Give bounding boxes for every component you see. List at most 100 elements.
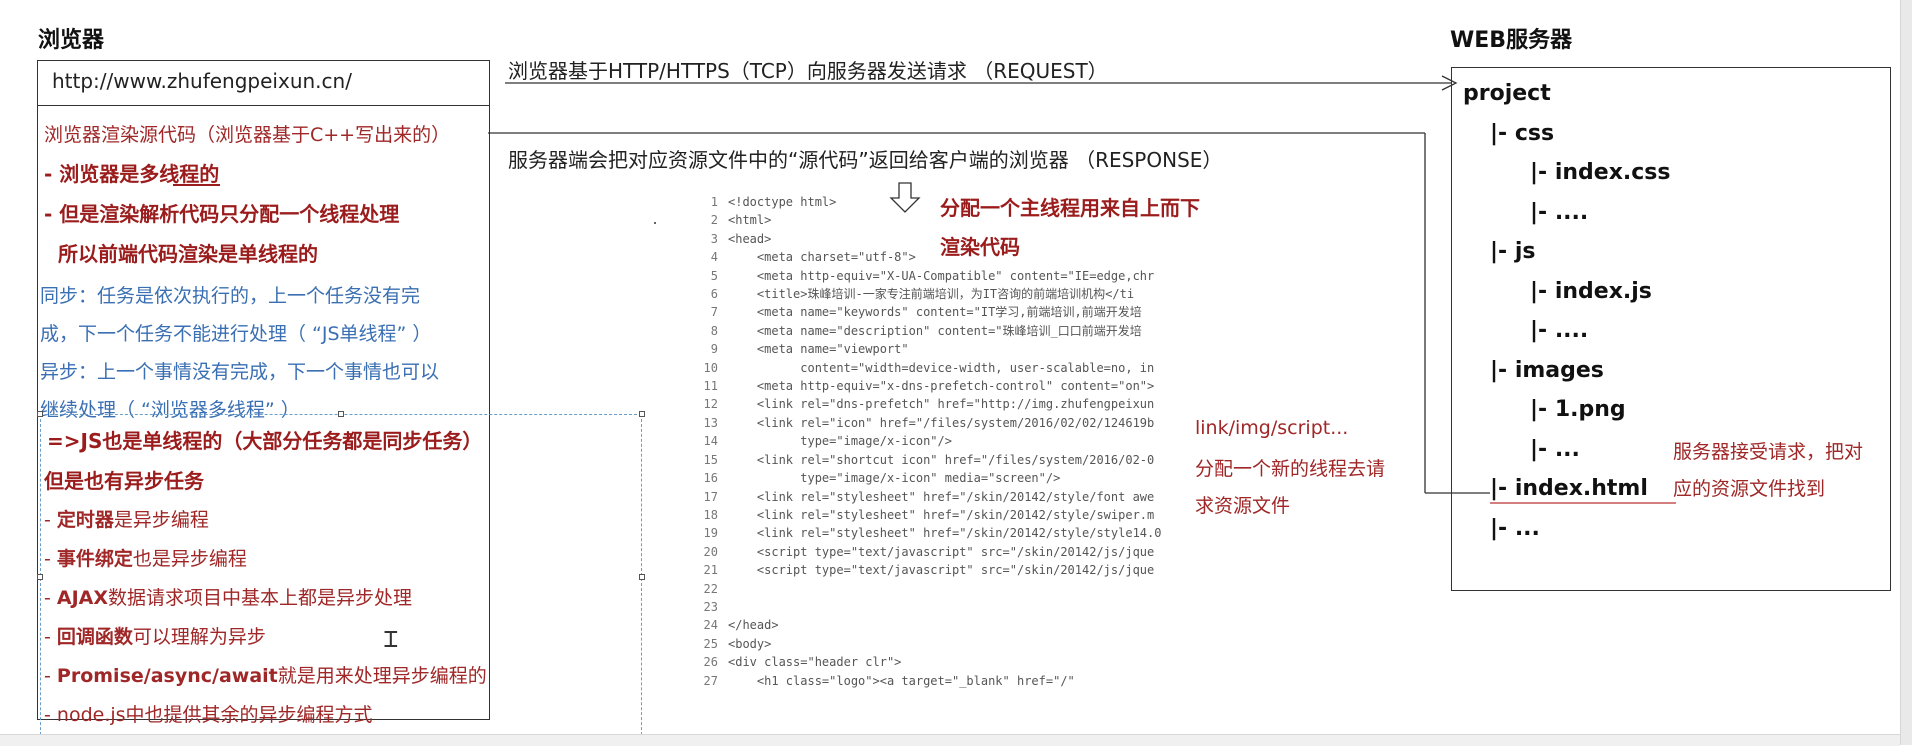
async-item-node: - node.js中也提供其余的异步编程方式 bbox=[44, 704, 373, 726]
line-number: 15 bbox=[703, 452, 718, 467]
code-text: <link rel="dns-prefetch" href="http://im… bbox=[728, 397, 1155, 412]
text-cursor-icon: Ꮖ bbox=[384, 628, 399, 653]
has-async-tasks: 但是也有异步任务 bbox=[44, 469, 204, 493]
point-single-render: - 但是渲染解析代码只分配一个线程处理 bbox=[44, 202, 400, 226]
tree-item: project bbox=[1463, 81, 1551, 106]
line-number: 22 bbox=[703, 581, 718, 596]
resize-handle[interactable] bbox=[639, 411, 645, 417]
code-line: 8 <meta name="description" content="珠峰培训… bbox=[700, 322, 1182, 340]
sync-line-1: 同步：任务是依次执行的，上一个任务没有完 bbox=[40, 285, 421, 307]
code-text: <h1 class="logo"><a target="_blank" href… bbox=[728, 673, 1075, 688]
server-frame bbox=[1451, 67, 1891, 591]
code-text: <link rel="stylesheet" href="/skin/20142… bbox=[728, 489, 1155, 504]
point-multithread: - 浏览器是多线程的 bbox=[44, 162, 220, 186]
line-number: 20 bbox=[703, 544, 718, 559]
resource-note-line-2: 分配一个新的线程去请 bbox=[1195, 458, 1386, 480]
line-number: 19 bbox=[703, 526, 718, 541]
code-line: 10 content="width=device-width, user-sca… bbox=[700, 359, 1182, 377]
js-single-thread: =>JS也是单线程的（大部分任务都是同步任务） bbox=[47, 429, 483, 453]
line-number: 12 bbox=[703, 397, 718, 412]
code-text: content="width=device-width, user-scalab… bbox=[728, 360, 1155, 375]
code-line: 26 <div class="header clr"> bbox=[700, 653, 1182, 671]
code-text: <title>珠峰培训-一家专注前端培训，为IT咨询的前端培训机构</ti bbox=[728, 287, 1135, 302]
line-number: 23 bbox=[703, 599, 718, 614]
async-item-ajax: - AJAX数据请求项目中基本上都是异步处理 bbox=[44, 587, 413, 609]
line-number: 14 bbox=[703, 434, 718, 449]
sync-line-2: 成，下一个任务不能进行处理（ “JS单线程” ） bbox=[40, 323, 432, 345]
code-line: 4 <meta charset="utf-8"> bbox=[700, 248, 1182, 266]
code-line: 12 <link rel="dns-prefetch" href="http:/… bbox=[700, 395, 1182, 413]
response-label: 服务器端会把对应资源文件中的“源代码”返回给客户端的浏览器 （RESPONSE） bbox=[508, 148, 1223, 172]
tree-item: |- index.css bbox=[1530, 160, 1671, 185]
browser-title: 浏览器 bbox=[38, 28, 105, 53]
resize-handle[interactable] bbox=[37, 574, 43, 580]
tree-item: |- 1.png bbox=[1530, 397, 1626, 422]
code-line: 21 <script type="text/javascript" src="/… bbox=[700, 561, 1182, 579]
code-line: 1 <!doctype html> bbox=[700, 193, 1182, 211]
resize-handle[interactable] bbox=[37, 411, 43, 417]
line-number: 25 bbox=[703, 636, 718, 651]
code-text: <link rel="stylesheet" href="/skin/20142… bbox=[728, 526, 1162, 541]
resize-handle[interactable] bbox=[338, 411, 344, 417]
code-line: 15 <link rel="shortcut icon" href="/file… bbox=[700, 451, 1182, 469]
tree-item: |- index.js bbox=[1530, 278, 1652, 304]
code-text: <meta http-equiv="x-dns-prefetch-control… bbox=[728, 379, 1155, 394]
code-text: <!doctype html> bbox=[728, 195, 837, 209]
async-item-promise: - Promise/async/await就是用来处理异步编程的 bbox=[44, 665, 487, 687]
render-note: 浏览器渲染源代码（浏览器基于C++写出来的） bbox=[44, 124, 451, 146]
code-text: <link rel="icon" href="/files/system/201… bbox=[728, 415, 1155, 430]
server-note-line-1: 服务器接受请求，把对 bbox=[1673, 441, 1864, 463]
line-number: 4 bbox=[710, 250, 718, 265]
code-line: 22 bbox=[700, 580, 1182, 598]
code-line: 27 <h1 class="logo"><a target="_blank" h… bbox=[700, 672, 1182, 690]
code-text: <head> bbox=[728, 231, 772, 246]
tree-item: |- index.html bbox=[1490, 476, 1648, 501]
code-text: <meta name="viewport" bbox=[728, 342, 909, 357]
code-line: 6 <title>珠峰培训-一家专注前端培训，为IT咨询的前端培训机构</ti bbox=[700, 285, 1182, 303]
line-number: 17 bbox=[703, 489, 718, 504]
line-number: 21 bbox=[703, 563, 718, 578]
code-line: 14 type="image/x-icon"/> bbox=[700, 432, 1182, 450]
address-divider bbox=[37, 105, 490, 106]
line-number: 11 bbox=[703, 379, 718, 394]
code-line: 25 <body> bbox=[700, 635, 1182, 653]
line-number: 3 bbox=[710, 231, 718, 246]
selection-box[interactable] bbox=[40, 414, 642, 745]
line-number: 16 bbox=[703, 471, 718, 486]
tree-item: |- .... bbox=[1530, 199, 1589, 225]
code-line: 23 bbox=[700, 598, 1182, 616]
server-note-line-2: 应的资源文件找到 bbox=[1673, 478, 1826, 500]
code-text: <body> bbox=[728, 636, 772, 651]
code-line: 20 <script type="text/javascript" src="/… bbox=[700, 543, 1182, 561]
horizontal-scrollbar[interactable] bbox=[0, 734, 1900, 746]
async-item-callback: - 回调函数可以理解为异步 bbox=[44, 626, 266, 648]
line-number: 27 bbox=[703, 673, 718, 688]
code-line: 11 <meta http-equiv="x-dns-prefetch-cont… bbox=[700, 377, 1182, 395]
tree-item: |- css bbox=[1490, 120, 1555, 146]
tree-item: |- images bbox=[1490, 357, 1604, 383]
request-label: 浏览器基于HTTP/HTTPS（TCP）向服务器发送请求 （REQUEST） bbox=[508, 59, 1108, 83]
resize-handle[interactable] bbox=[639, 574, 645, 580]
code-line: 17 <link rel="stylesheet" href="/skin/20… bbox=[700, 488, 1182, 506]
code-line: 16 type="image/x-icon" media="screen"/> bbox=[700, 469, 1182, 487]
source-code-listing: 1 <!doctype html> 2 <html> 3 <head> 4 <meta ch… bbox=[700, 193, 1182, 703]
tree-item: |- ... bbox=[1530, 436, 1580, 462]
code-text: <script type="text/javascript" src="/ski… bbox=[728, 544, 1155, 559]
tree-item: |- ... bbox=[1490, 515, 1540, 541]
resource-note-line-1: link/img/script... bbox=[1195, 417, 1349, 439]
async-line-1: 异步：上一个事情没有完成，下一个事情也可以 bbox=[40, 361, 440, 383]
code-line: 3 <head> bbox=[700, 230, 1182, 248]
code-line: 24 </head> bbox=[700, 616, 1182, 634]
code-text: <html> bbox=[728, 213, 772, 228]
code-line: 18 <link rel="stylesheet" href="/skin/20… bbox=[700, 506, 1182, 524]
code-text: <meta charset="utf-8"> bbox=[728, 250, 916, 265]
line-number: 10 bbox=[703, 360, 718, 375]
vertical-scrollbar[interactable] bbox=[1900, 0, 1912, 745]
code-text: <link rel="stylesheet" href="/skin/20142… bbox=[728, 507, 1155, 522]
server-title: WEB服务器 bbox=[1450, 28, 1573, 53]
code-line: 5 <meta http-equiv="X-UA-Compatible" con… bbox=[700, 267, 1182, 285]
code-line: 19 <link rel="stylesheet" href="/skin/20… bbox=[700, 524, 1182, 542]
code-line: 13 <link rel="icon" href="/files/system/… bbox=[700, 414, 1182, 432]
code-text: <meta http-equiv="X-UA-Compatible" conte… bbox=[728, 268, 1155, 283]
async-item-timer: - 定时器是异步编程 bbox=[44, 509, 209, 531]
